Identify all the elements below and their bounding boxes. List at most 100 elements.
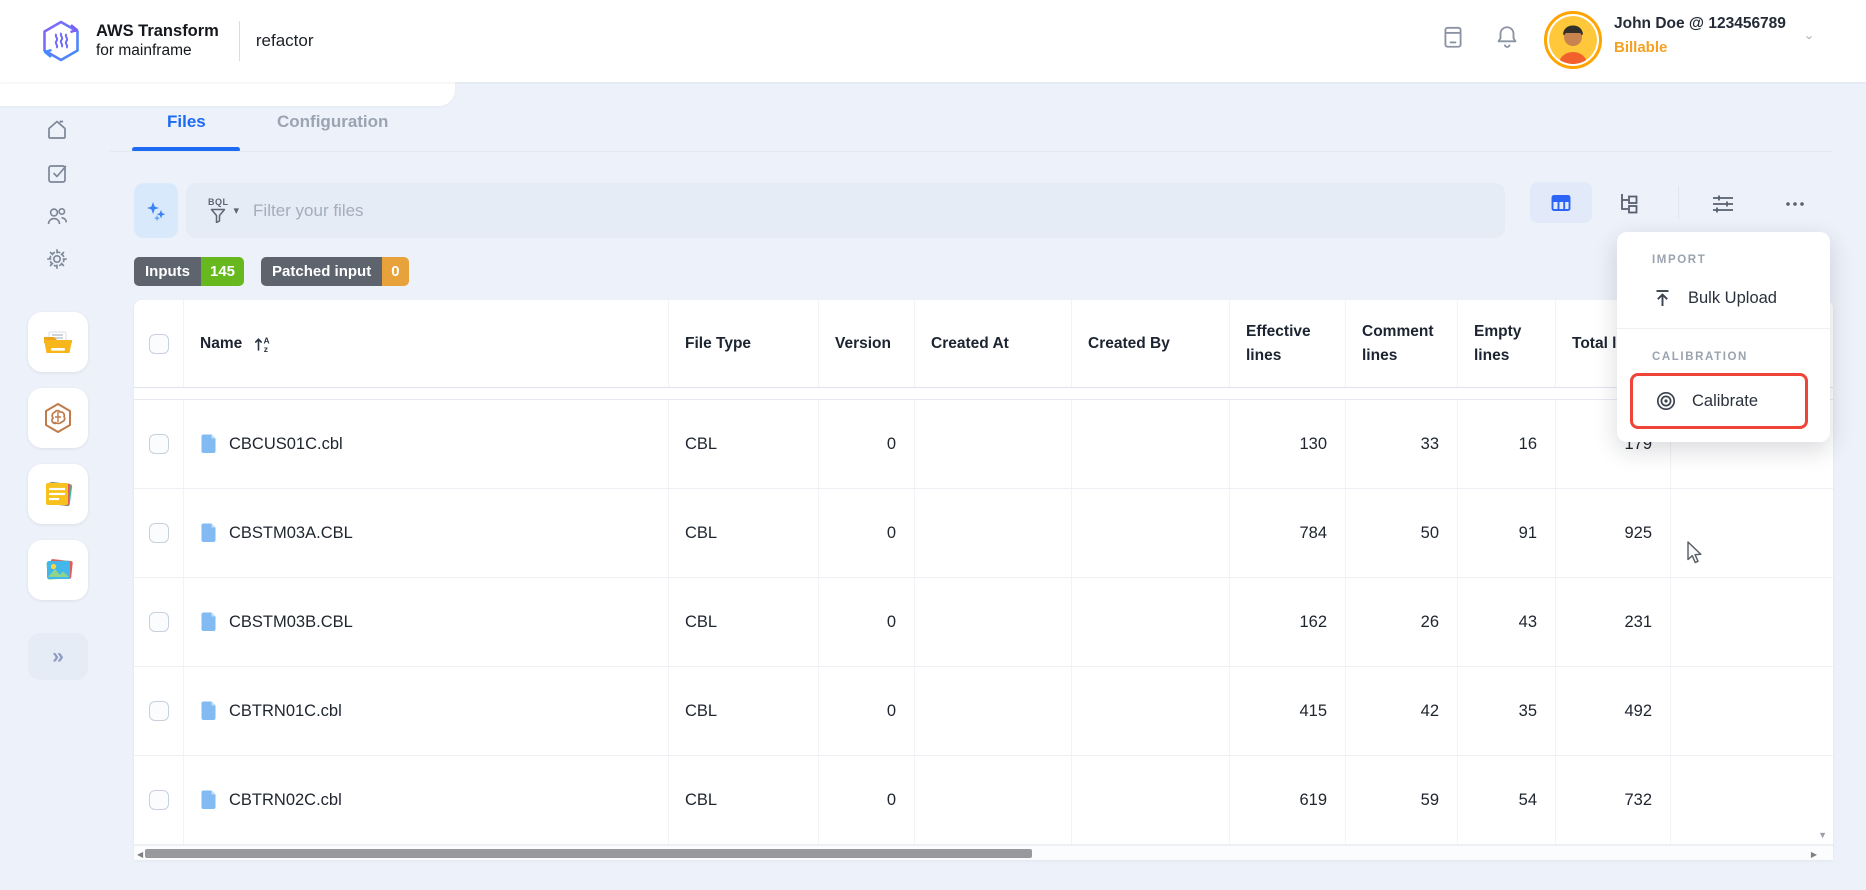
horizontal-scrollbar-thumb[interactable] bbox=[145, 849, 1032, 858]
column-header-label: Name bbox=[200, 332, 242, 355]
sidebar-home-icon[interactable] bbox=[45, 117, 69, 141]
sidebar-app-documents[interactable] bbox=[28, 312, 88, 372]
menu-item-calibrate[interactable]: Calibrate bbox=[1630, 373, 1808, 429]
column-header-name[interactable]: Name Az bbox=[184, 300, 669, 387]
user-avatar[interactable] bbox=[1544, 11, 1602, 69]
badge-label: Patched input bbox=[261, 257, 382, 286]
row-select-cell bbox=[134, 578, 184, 666]
cell-file-type: CBL bbox=[669, 578, 819, 666]
menu-section-calibration-title: CALIBRATION bbox=[1652, 351, 1830, 363]
cell-comment-lines: 26 bbox=[1346, 578, 1458, 666]
toolbar-divider bbox=[1678, 186, 1679, 219]
table-row[interactable]: CBTRN01C.cblCBL04154235492 bbox=[134, 667, 1833, 756]
column-header-label: Empty lines bbox=[1474, 320, 1555, 367]
row-checkbox[interactable] bbox=[149, 790, 169, 810]
cell-name: CBCUS01C.cbl bbox=[184, 400, 669, 488]
notifications-bell-icon[interactable] bbox=[1494, 24, 1520, 50]
cell-empty-lines: 91 bbox=[1458, 489, 1556, 577]
sidebar-settings-gear-icon[interactable] bbox=[45, 247, 69, 271]
more-actions-button[interactable] bbox=[1782, 190, 1808, 216]
file-icon bbox=[200, 434, 217, 455]
cell-created-at bbox=[915, 667, 1072, 755]
table-row[interactable]: CBCUS01C.cblCBL01303316179 bbox=[134, 400, 1833, 489]
tab-configuration[interactable]: Configuration bbox=[277, 112, 388, 132]
horizontal-scrollbar[interactable]: ◀ ▶ bbox=[134, 845, 1833, 860]
cell-version: 0 bbox=[819, 578, 915, 666]
cell-comment-lines: 42 bbox=[1346, 667, 1458, 755]
column-settings-button[interactable] bbox=[1710, 190, 1736, 216]
header-extension-panel bbox=[0, 82, 455, 106]
sidebar-users-icon[interactable] bbox=[45, 204, 69, 228]
filter-mode-chevron-icon[interactable]: ▾ bbox=[234, 204, 240, 217]
sparkles-icon bbox=[143, 198, 169, 224]
sidebar-collapse-button[interactable]: » bbox=[28, 633, 88, 680]
product-name: refactor bbox=[256, 31, 314, 51]
badge-patched-input[interactable]: Patched input0 bbox=[261, 257, 409, 286]
cell-created-at bbox=[915, 756, 1072, 844]
column-header-label: Effective lines bbox=[1246, 320, 1345, 367]
row-checkbox[interactable] bbox=[149, 701, 169, 721]
cell-empty-lines: 54 bbox=[1458, 756, 1556, 844]
row-checkbox[interactable] bbox=[149, 523, 169, 543]
cell-comment-lines: 50 bbox=[1346, 489, 1458, 577]
badge-inputs[interactable]: Inputs145 bbox=[134, 257, 244, 286]
scroll-left-arrow-icon[interactable]: ◀ bbox=[137, 850, 143, 859]
column-header-created-at[interactable]: Created At bbox=[915, 300, 1072, 387]
badges: Inputs145 Patched input0 bbox=[134, 257, 409, 286]
sidebar-tasks-icon[interactable] bbox=[45, 161, 69, 185]
row-select-cell bbox=[134, 667, 184, 755]
column-header-version[interactable]: Version bbox=[819, 300, 915, 387]
row-select-cell bbox=[134, 756, 184, 844]
row-checkbox[interactable] bbox=[149, 612, 169, 632]
filter-bar[interactable]: BQL ▾ bbox=[186, 183, 1505, 238]
menu-section-import-title: IMPORT bbox=[1652, 254, 1830, 266]
sidebar-app-analysis[interactable] bbox=[28, 388, 88, 448]
cell-effective-lines: 784 bbox=[1230, 489, 1346, 577]
row-checkbox[interactable] bbox=[149, 434, 169, 454]
cell-total-lines: 732 bbox=[1556, 756, 1671, 844]
column-header-comment-lines[interactable]: Comment lines bbox=[1346, 300, 1458, 387]
svg-text:z: z bbox=[264, 344, 268, 354]
column-header-label: File Type bbox=[685, 332, 751, 355]
menu-item-bulk-upload[interactable]: Bulk Upload bbox=[1617, 280, 1830, 316]
cell-comment-lines: 33 bbox=[1346, 400, 1458, 488]
documentation-icon[interactable] bbox=[1440, 24, 1466, 50]
sidebar-app-images[interactable] bbox=[28, 540, 88, 600]
filter-input[interactable] bbox=[253, 201, 1505, 221]
cell-file-type: CBL bbox=[669, 400, 819, 488]
cell-file-type: CBL bbox=[669, 667, 819, 755]
cell-created-by bbox=[1072, 667, 1230, 755]
ai-assist-button[interactable] bbox=[134, 183, 178, 238]
table-row[interactable]: CBSTM03A.CBLCBL07845091925 bbox=[134, 489, 1833, 578]
badge-label: Inputs bbox=[134, 257, 201, 286]
table-body: CBCUS01C.cblCBL01303316179CBSTM03A.CBLCB… bbox=[134, 400, 1833, 845]
tree-view-button[interactable] bbox=[1616, 190, 1642, 216]
user-menu-chevron-icon[interactable]: › bbox=[1803, 35, 1818, 39]
brand-text: AWS Transform for mainframe bbox=[96, 22, 219, 60]
select-all-cell bbox=[134, 300, 184, 387]
table-row[interactable]: CBSTM03B.CBLCBL01622643231 bbox=[134, 578, 1833, 667]
cell-file-type: CBL bbox=[669, 489, 819, 577]
cell-effective-lines: 162 bbox=[1230, 578, 1346, 666]
cell-empty-lines: 43 bbox=[1458, 578, 1556, 666]
scroll-down-arrow-icon[interactable]: ▼ bbox=[1818, 830, 1827, 840]
table-view-button[interactable] bbox=[1530, 182, 1592, 223]
file-name: CBTRN01C.cbl bbox=[229, 702, 342, 721]
filter-funnel-icon[interactable] bbox=[210, 208, 226, 223]
upload-icon bbox=[1652, 288, 1673, 309]
collapse-chevrons-icon: » bbox=[52, 645, 64, 669]
brand-line2: for mainframe bbox=[96, 42, 219, 60]
tab-files[interactable]: Files bbox=[167, 112, 206, 132]
select-all-checkbox[interactable] bbox=[149, 334, 169, 354]
cell-filler bbox=[1671, 667, 1833, 755]
column-header-file-type[interactable]: File Type bbox=[669, 300, 819, 387]
sidebar-app-notes[interactable] bbox=[28, 464, 88, 524]
column-header-created-by[interactable]: Created By bbox=[1072, 300, 1230, 387]
table-row[interactable]: CBTRN02C.cblCBL06195954732 bbox=[134, 756, 1833, 845]
column-header-effective-lines[interactable]: Effective lines bbox=[1230, 300, 1346, 387]
sort-az-icon[interactable]: Az bbox=[252, 334, 272, 354]
top-bar: AWS Transform for mainframe refactor Joh… bbox=[0, 0, 1866, 82]
scroll-right-arrow-icon[interactable]: ▶ bbox=[1811, 850, 1817, 859]
column-header-empty-lines[interactable]: Empty lines bbox=[1458, 300, 1556, 387]
cell-comment-lines: 59 bbox=[1346, 756, 1458, 844]
